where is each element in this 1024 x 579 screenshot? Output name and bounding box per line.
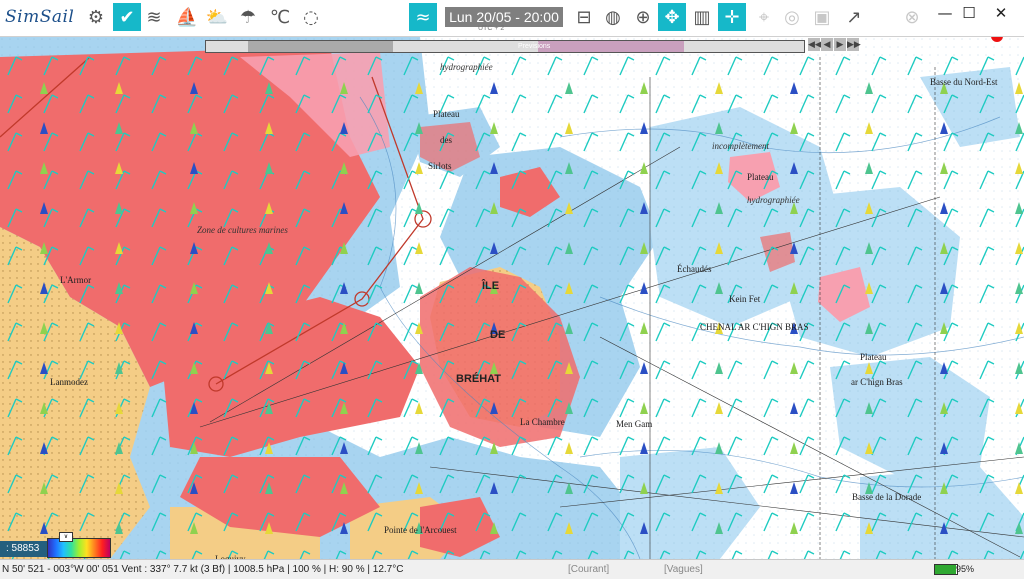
status-bar: N 50' 521 - 003°W 00' 051 Vent : 337° 7.… [0, 559, 1024, 579]
place-label: L'Armor [60, 275, 92, 285]
settings-icon[interactable]: ⚙ [82, 3, 110, 31]
crosshair-icon[interactable]: ✛ [718, 3, 746, 31]
rain-icon[interactable]: ☂ [234, 3, 262, 31]
place-label: BRÉHAT [456, 373, 502, 385]
timezone-label: UTC + 2 [478, 25, 505, 32]
timeline-forecast-range [538, 41, 684, 52]
place-label: Lanmodez [50, 377, 88, 387]
place-label: DE [490, 329, 506, 341]
step-back-icon[interactable]: ◀ [821, 38, 833, 51]
palette-toggle[interactable]: ∨ [59, 532, 73, 542]
place-label: Zone de cultures marines [197, 225, 288, 235]
place-label: Plateau [860, 352, 887, 362]
rewind-icon[interactable]: ◀◀ [808, 38, 822, 51]
weather-icon[interactable]: ⛅ [203, 3, 231, 31]
timeline-progress [248, 41, 393, 52]
place-label: Basse de la Dorade [852, 492, 922, 502]
sail-icon[interactable]: ⛵ [173, 3, 201, 31]
place-label: hydrographiée [747, 195, 800, 205]
minimize-button[interactable]: — [934, 2, 956, 24]
stats-icon[interactable]: ↗ [840, 3, 868, 31]
close-button[interactable]: ✕ [990, 2, 1012, 24]
place-label: Men Gam [616, 419, 653, 429]
globe-icon[interactable]: ◍ [599, 3, 627, 31]
datetime-display[interactable]: Lun 20/05 - 20:00 [445, 7, 563, 27]
device-icon[interactable]: ▣ [808, 3, 836, 31]
temperature-icon[interactable]: ℃ [266, 3, 294, 31]
wind-icon[interactable]: ≋ [140, 3, 168, 31]
place-label: Plateau [747, 172, 774, 182]
place-label: Sirlots [428, 161, 452, 171]
place-label: Pointe de l'Arcouest [384, 525, 457, 535]
buoy-icon[interactable]: ⊗ [898, 3, 926, 31]
chart-map-icon[interactable]: ▥ [688, 3, 716, 31]
waves-layer-toggle[interactable]: [Vagues] [664, 560, 703, 579]
place-label: ar C'hign Bras [851, 377, 903, 387]
check-icon[interactable]: ✔ [113, 3, 141, 31]
place-label: Plateau [433, 109, 460, 119]
app-title: SimSail [5, 7, 75, 27]
nautical-chart[interactable]: ÎLE DE BRÉHAT Plateau des Sirlots hydrographié… [0, 37, 1024, 559]
grid-globe-icon[interactable]: ⊕ [629, 3, 657, 31]
target-icon[interactable]: ◎ [778, 3, 806, 31]
fast-forward-icon[interactable]: ▶▶ [847, 38, 861, 51]
place-label: incomplètement [712, 141, 769, 151]
color-palette-legend[interactable] [47, 538, 111, 558]
cursor-coordinates: N 50' 521 - 003°W 00' 051 Vent : 337° 7.… [2, 564, 404, 575]
place-label: La Chambre [520, 417, 565, 427]
place-label: hydrographiée [440, 62, 493, 72]
place-label: ÎLE [482, 280, 500, 292]
wave-icon[interactable]: ≈ [409, 3, 437, 31]
toolbar: SimSail ⚙ ✔ ≋ ⛵ ⛅ ☂ ℃ ◌ ≈ ⊟ ◍ ⊕ ✥ ▥ ✛ ⌖ ◎ ▣ ↗ ⊗ Lun 20/05 -… [0, 0, 1024, 37]
maximize-button[interactable]: ☐ [958, 2, 980, 24]
location-pin-icon[interactable]: ⌖ [750, 3, 778, 31]
place-label: Kein Fet [729, 294, 761, 304]
play-icon[interactable]: ▶ [834, 38, 846, 51]
place-label: CHENAL AR C'HIGN BRAS [700, 322, 809, 332]
place-label: Basse du Nord-Est [930, 77, 998, 87]
chart-scale: : 58853 [0, 541, 50, 557]
place-label: des [440, 135, 452, 145]
current-layer-toggle[interactable]: [Courant] [568, 560, 609, 579]
swell-icon[interactable]: ◌ [297, 3, 325, 31]
navigation-icon[interactable]: ✥ [658, 3, 686, 31]
place-label: Échaudés [677, 264, 712, 274]
layers-icon[interactable]: ⊟ [570, 3, 598, 31]
battery-level: 95% [956, 564, 975, 574]
timeline-label: Previsions [518, 43, 551, 50]
battery-icon [934, 564, 958, 575]
forecast-timeline[interactable]: Previsions [205, 40, 805, 53]
playback-controls: ◀◀ ◀ ▶ ▶▶ [808, 38, 861, 51]
chart-canvas [0, 37, 1024, 559]
